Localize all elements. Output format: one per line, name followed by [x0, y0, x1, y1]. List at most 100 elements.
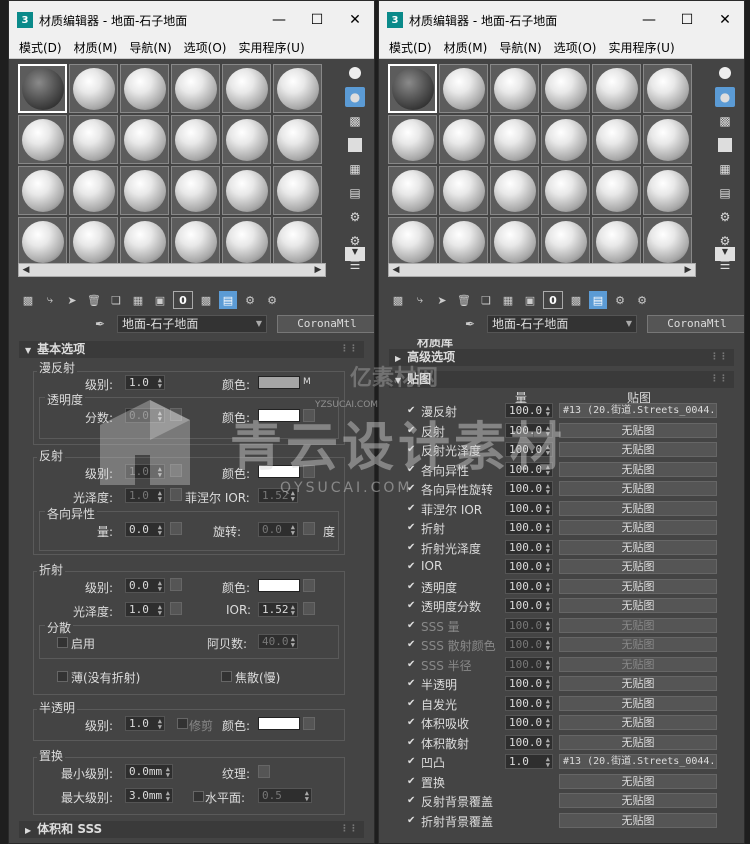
fresnel-ior-spinner[interactable]: 1.52 ▲ ▼: [258, 488, 298, 503]
sample-slot[interactable]: [541, 217, 590, 266]
delete-icon[interactable]: 🗑: [85, 291, 103, 309]
map-amount-spinner[interactable]: 100.0 ▲ ▼: [505, 734, 553, 750]
transparency-color-swatch[interactable]: [258, 409, 300, 422]
background-icon[interactable]: ▩: [715, 111, 735, 131]
diffuse-level-spinner[interactable]: 1.0 ▲ ▼: [125, 375, 165, 390]
dispersion-enable-checkbox[interactable]: [57, 637, 68, 648]
map-button[interactable]: 无贴图: [559, 520, 717, 535]
sample-slot[interactable]: [490, 217, 539, 266]
map-button[interactable]: 无贴图: [559, 793, 717, 808]
put-to-scene-icon[interactable]: ⤷: [411, 291, 429, 309]
menu-navigation[interactable]: 导航(N): [493, 39, 547, 58]
sample-slot[interactable]: [120, 64, 169, 113]
menu-options[interactable]: 选项(O): [178, 39, 233, 58]
check-icon[interactable]: ✔: [407, 464, 415, 475]
map-amount-spinner[interactable]: 100.0 ▲ ▼: [505, 422, 553, 438]
check-icon[interactable]: ✔: [407, 503, 415, 514]
translucency-map-button[interactable]: [303, 717, 315, 730]
drag-grip-icon[interactable]: ⋮⋮: [710, 371, 728, 388]
map-button[interactable]: 无贴图: [559, 695, 717, 711]
map-button[interactable]: 无贴图: [559, 578, 717, 594]
map-amount-spinner[interactable]: 100.0 ▲ ▼: [505, 500, 553, 516]
drag-grip-icon[interactable]: ⋮⋮: [710, 349, 728, 366]
map-button[interactable]: 无贴图: [559, 500, 717, 516]
sample-slot[interactable]: [592, 217, 641, 266]
menu-navigation[interactable]: 导航(N): [123, 39, 177, 58]
sample-slot[interactable]: [388, 166, 437, 215]
map-button[interactable]: 无贴图: [559, 481, 717, 496]
go-forward-icon[interactable]: ⚙: [263, 291, 281, 309]
rollout-basic-options[interactable]: ▼ 基本选项 ⋮⋮: [19, 341, 364, 358]
video-color-check-icon[interactable]: ▦: [345, 159, 365, 179]
menu-material[interactable]: 材质(M): [438, 39, 494, 58]
thin-checkbox[interactable]: [57, 671, 68, 682]
check-icon[interactable]: ✔: [407, 600, 415, 611]
fraction-spinner[interactable]: 0.0 ▲ ▼: [125, 408, 165, 423]
check-icon[interactable]: ✔: [407, 717, 415, 728]
map-button[interactable]: 无贴图: [559, 715, 717, 730]
assign-to-selection-icon[interactable]: ➤: [63, 291, 81, 309]
get-material-icon[interactable]: ▩: [19, 291, 37, 309]
sample-slot[interactable]: [592, 64, 641, 113]
check-icon[interactable]: ✔: [407, 522, 415, 533]
map-button[interactable]: 无贴图: [559, 676, 717, 691]
transparency-map-button[interactable]: [303, 409, 315, 422]
check-icon[interactable]: ✔: [407, 620, 415, 631]
options-icon[interactable]: ⚙: [715, 207, 735, 227]
get-material-icon[interactable]: ▩: [389, 291, 407, 309]
make-preview-icon[interactable]: ▤: [715, 183, 735, 203]
rollout-volume-sss[interactable]: ▶ 体积和 SSS ⋮⋮: [19, 821, 364, 838]
sample-slot[interactable]: [69, 64, 118, 113]
put-to-scene-icon[interactable]: ⤷: [41, 291, 59, 309]
go-forward-icon[interactable]: ⚙: [633, 291, 651, 309]
translucency-color-swatch[interactable]: [258, 717, 300, 730]
refraction-gloss-spinner[interactable]: 1.0 ▲ ▼: [125, 602, 165, 617]
eyedropper-icon[interactable]: ✒: [465, 317, 479, 331]
sample-slot[interactable]: [171, 64, 220, 113]
check-icon[interactable]: ✔: [407, 756, 415, 767]
map-button[interactable]: 无贴图: [559, 559, 717, 574]
check-icon[interactable]: ✔: [407, 659, 415, 670]
sample-slot[interactable]: [69, 166, 118, 215]
map-button[interactable]: 无贴图: [559, 598, 717, 613]
reflection-color-swatch[interactable]: [258, 465, 300, 478]
options-icon[interactable]: ⚙: [345, 207, 365, 227]
sample-slot[interactable]: [120, 166, 169, 215]
show-end-result-icon[interactable]: ▤: [589, 291, 607, 309]
put-to-library-icon[interactable]: ▦: [129, 291, 147, 309]
clip-checkbox[interactable]: [177, 718, 188, 729]
material-name-field[interactable]: 地面-石子地面 ▼: [487, 315, 637, 333]
sample-slot[interactable]: [541, 166, 590, 215]
chevron-down-icon[interactable]: ▼: [626, 316, 632, 332]
refraction-gloss-map-button[interactable]: [170, 602, 182, 615]
map-amount-spinner[interactable]: 100.0 ▲ ▼: [505, 617, 553, 633]
sample-slot[interactable]: [439, 115, 488, 164]
map-amount-spinner[interactable]: 100.0 ▲ ▼: [505, 578, 553, 594]
reflection-gloss-map-button[interactable]: [170, 488, 182, 501]
map-button[interactable]: #13 (20.街道.Streets_0044.: [559, 403, 717, 418]
map-amount-spinner[interactable]: 100.0 ▲ ▼: [505, 442, 553, 457]
max-level-spinner[interactable]: 3.0mm ▲ ▼: [125, 788, 173, 803]
map-amount-spinner[interactable]: 100.0 ▲ ▼: [505, 461, 553, 477]
minimize-icon[interactable]: —: [260, 1, 298, 39]
map-button[interactable]: #13 (20.街道.Streets_0044.: [559, 754, 717, 769]
reflection-level-map-button[interactable]: [170, 464, 182, 477]
sample-slot[interactable]: [439, 166, 488, 215]
rotation-spinner[interactable]: 0.0 ▲ ▼: [258, 522, 298, 537]
sample-slot[interactable]: [490, 166, 539, 215]
save-icon[interactable]: ▣: [521, 291, 539, 309]
put-to-library-icon[interactable]: ▦: [499, 291, 517, 309]
map-amount-spinner[interactable]: 100.0 ▲ ▼: [505, 539, 553, 555]
uv-tiling-icon[interactable]: [715, 135, 735, 155]
menu-mode[interactable]: 模式(D): [383, 39, 438, 58]
uv-tiling-icon[interactable]: [345, 135, 365, 155]
sample-slot[interactable]: [273, 115, 322, 164]
reflection-gloss-spinner[interactable]: 1.0 ▲ ▼: [125, 488, 165, 503]
go-to-parent-icon[interactable]: ⚙: [241, 291, 259, 309]
sample-slot[interactable]: [18, 115, 67, 164]
scroll-right-icon[interactable]: ▶: [311, 264, 325, 276]
check-icon[interactable]: ✔: [407, 698, 415, 709]
video-color-check-icon[interactable]: ▦: [715, 159, 735, 179]
anisotropy-map-button[interactable]: [170, 522, 182, 535]
menu-options[interactable]: 选项(O): [548, 39, 603, 58]
